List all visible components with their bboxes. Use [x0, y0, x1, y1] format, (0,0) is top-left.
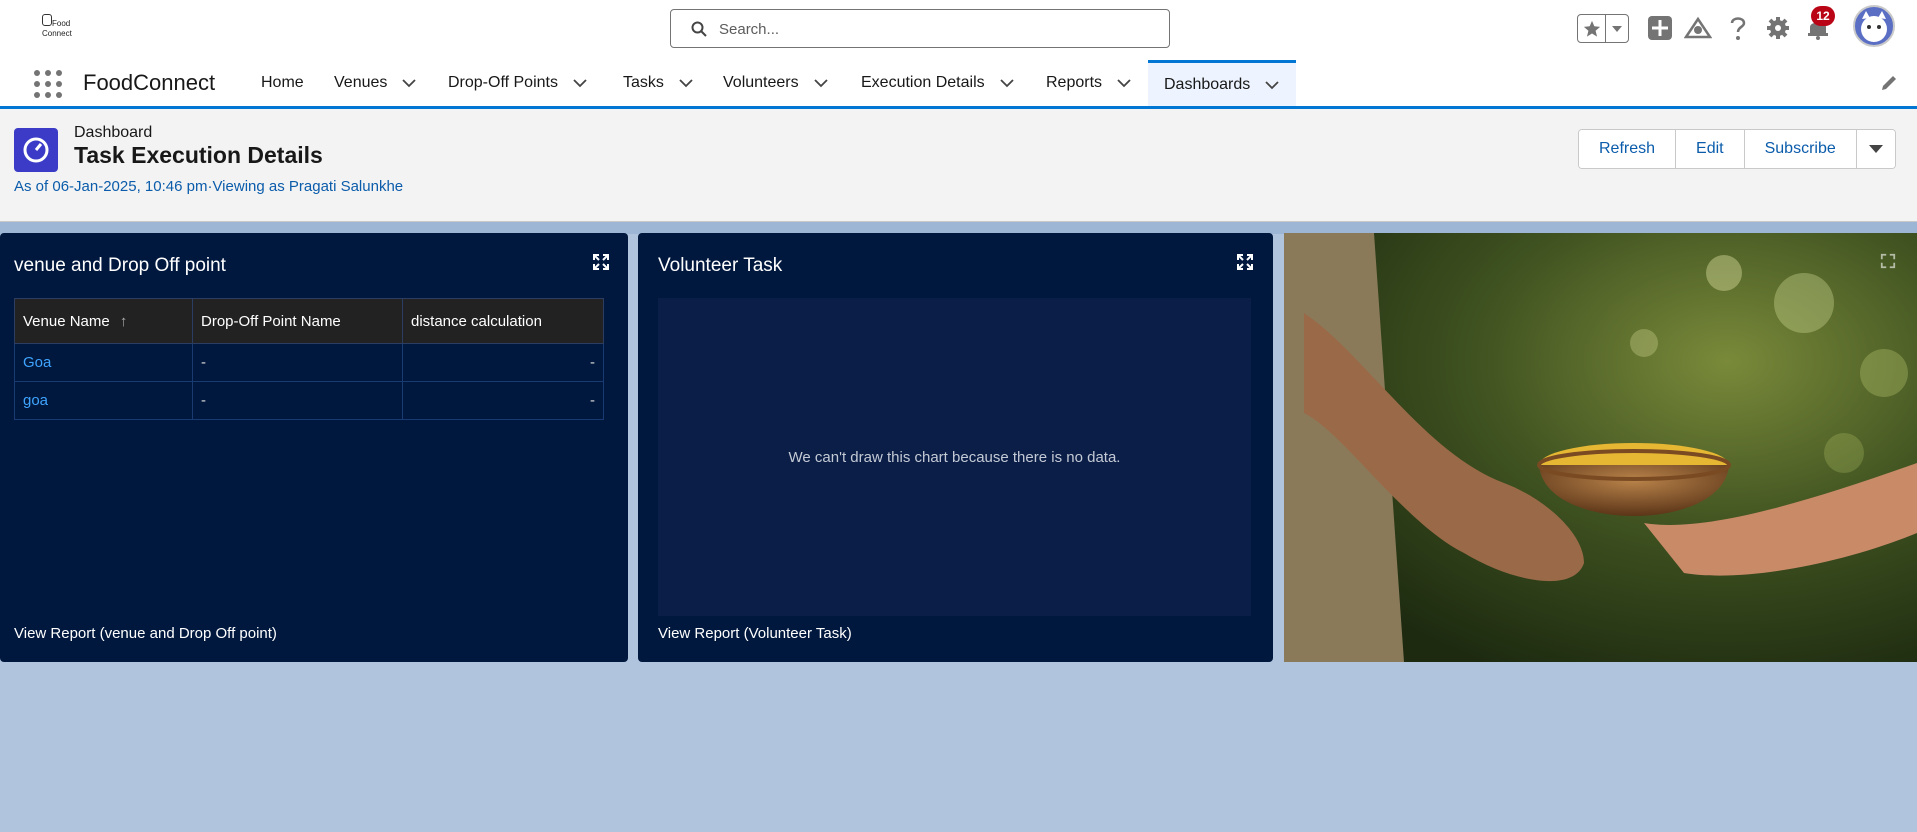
venue-dropoff-widget: venue and Drop Off point Venue Name ↑ Dr…: [0, 233, 628, 662]
view-report-link[interactable]: View Report (Volunteer Task): [658, 625, 852, 642]
table-row: goa - -: [14, 381, 604, 420]
subscribe-button[interactable]: Subscribe: [1744, 130, 1857, 168]
nav-item-home[interactable]: Home: [261, 60, 304, 106]
chevron-down-icon[interactable]: [572, 75, 588, 91]
dropoff-cell: -: [192, 343, 403, 382]
expand-icon[interactable]: [1880, 253, 1896, 269]
robot-icon: [42, 14, 52, 26]
favorites-group[interactable]: [1577, 14, 1629, 43]
entity-label: Dashboard: [74, 124, 153, 141]
navigation-bar: FoodConnect Home Venues Drop-Off Points …: [0, 60, 1917, 109]
help-icon[interactable]: [1724, 14, 1752, 42]
add-icon[interactable]: [1646, 14, 1674, 42]
chevron-down-icon[interactable]: [999, 75, 1015, 91]
pencil-icon[interactable]: [1879, 73, 1899, 93]
hands-bowl-photo: [1284, 233, 1917, 662]
empty-message: We can't draw this chart because there i…: [788, 448, 1121, 466]
venue-link[interactable]: Goa: [14, 343, 193, 382]
dashboard-icon: [14, 128, 58, 172]
chevron-down-icon[interactable]: [678, 75, 694, 91]
search-placeholder: Search...: [719, 21, 780, 38]
nav-item-label: Tasks: [623, 74, 664, 91]
sort-arrow-icon: ↑: [119, 312, 128, 330]
notification-badge: 12: [1811, 6, 1835, 26]
nav-item-label: Reports: [1046, 74, 1103, 91]
header-button-group: Refresh Edit Subscribe: [1578, 129, 1896, 169]
nav-item-label: Dashboards: [1164, 75, 1251, 93]
logo-text-2: Connect: [42, 29, 72, 38]
widget-title: Volunteer Task: [658, 255, 783, 276]
nav-item-label: Execution Details: [861, 74, 985, 91]
column-header-dropoff[interactable]: Drop-Off Point Name: [192, 298, 403, 344]
chart-empty-state: We can't draw this chart because there i…: [658, 298, 1251, 616]
column-header-distance[interactable]: distance calculation: [402, 298, 604, 344]
nav-item-tasks[interactable]: Tasks: [623, 60, 694, 106]
table-row: Goa - -: [14, 343, 604, 382]
chevron-down-icon[interactable]: [401, 75, 417, 91]
venue-link[interactable]: goa: [14, 381, 193, 420]
nav-item-label: Volunteers: [723, 74, 799, 91]
edit-button[interactable]: Edit: [1676, 130, 1745, 168]
logo-text-1: Food: [52, 19, 71, 28]
view-report-link[interactable]: View Report (venue and Drop Off point): [14, 625, 277, 642]
search-icon: [691, 21, 707, 37]
avatar[interactable]: [1853, 5, 1895, 47]
nav-item-venues[interactable]: Venues: [334, 60, 417, 106]
nav-item-execution-details[interactable]: Execution Details: [861, 60, 1015, 106]
page-subtitle: As of 06-Jan-2025, 10:46 pm·Viewing as P…: [14, 178, 404, 195]
expand-icon[interactable]: [1236, 253, 1254, 271]
chevron-down-icon[interactable]: [1116, 75, 1132, 91]
app-logo[interactable]: Food Connect: [38, 12, 82, 42]
page-title: Task Execution Details: [74, 142, 323, 168]
nav-item-label: Venues: [334, 74, 388, 91]
table-header-row: Venue Name ↑ Drop-Off Point Name distanc…: [14, 298, 604, 344]
page-header: Dashboard Task Execution Details As of 0…: [0, 109, 1917, 222]
nav-item-reports[interactable]: Reports: [1046, 60, 1132, 106]
chevron-down-icon[interactable]: [1264, 77, 1280, 93]
food-sharing-image: [1284, 233, 1917, 662]
data-table: Venue Name ↑ Drop-Off Point Name distanc…: [14, 298, 604, 420]
gear-icon[interactable]: [1764, 14, 1792, 42]
widget-title: venue and Drop Off point: [14, 255, 226, 276]
chevron-down-icon: [1868, 145, 1883, 153]
volunteer-task-widget: Volunteer Task We can't draw this chart …: [638, 233, 1273, 662]
nav-item-label: Home: [261, 74, 304, 91]
distance-cell: -: [402, 343, 604, 382]
refresh-button[interactable]: Refresh: [1579, 130, 1677, 168]
column-header-venue[interactable]: Venue Name ↑: [14, 298, 193, 344]
nav-item-volunteers[interactable]: Volunteers: [723, 60, 829, 106]
more-actions-button[interactable]: [1856, 130, 1895, 168]
expand-icon[interactable]: [592, 253, 610, 271]
dropoff-cell: -: [192, 381, 403, 420]
global-search-input[interactable]: Search...: [670, 9, 1170, 48]
chevron-down-icon[interactable]: [1606, 15, 1628, 42]
app-launcher-icon[interactable]: [34, 70, 62, 98]
global-header: Food Connect Search... 12: [0, 0, 1917, 60]
column-label: Venue Name: [23, 312, 110, 330]
nav-item-drop-off-points[interactable]: Drop-Off Points: [448, 60, 588, 106]
nav-item-label: Drop-Off Points: [448, 74, 558, 91]
distance-cell: -: [402, 381, 604, 420]
app-name: FoodConnect: [83, 70, 216, 95]
chevron-down-icon[interactable]: [813, 75, 829, 91]
star-icon[interactable]: [1578, 15, 1606, 42]
nav-item-dashboards[interactable]: Dashboards: [1148, 60, 1297, 106]
trailhead-icon[interactable]: [1684, 14, 1712, 42]
